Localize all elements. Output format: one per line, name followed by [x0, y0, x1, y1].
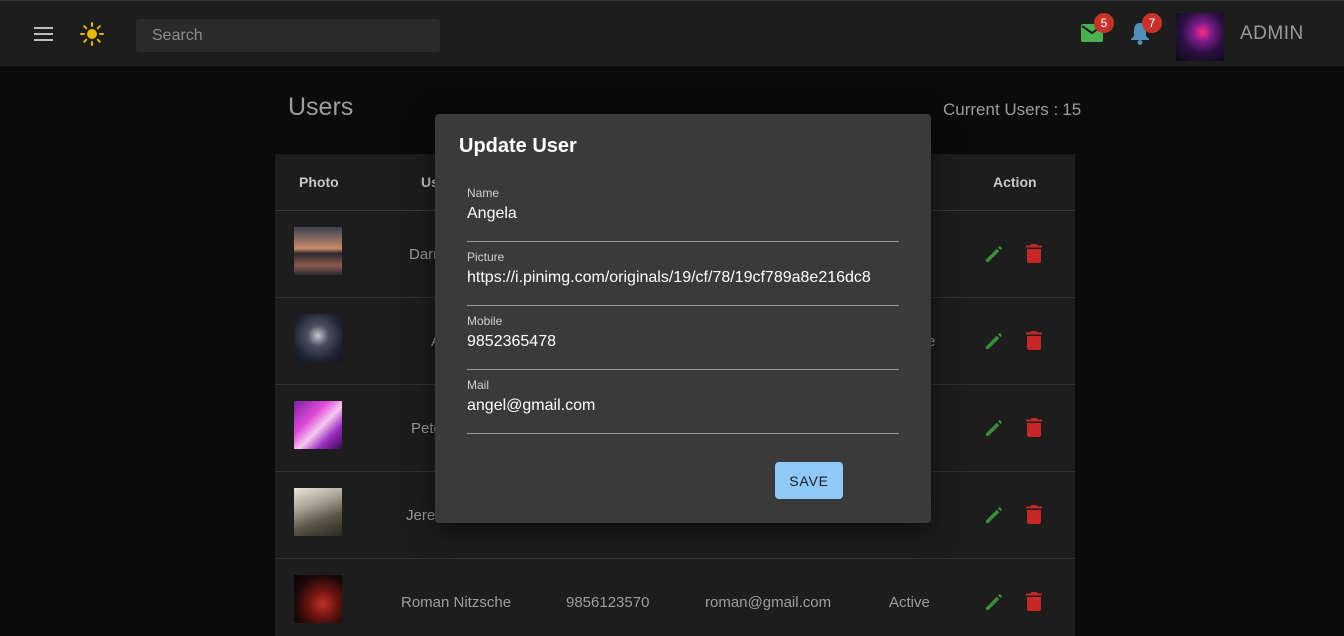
edit-icon[interactable] — [984, 505, 1004, 525]
edit-icon[interactable] — [984, 592, 1004, 612]
user-name-cell: Roman Nitzsche — [401, 594, 512, 611]
email-cell: roman@gmail.com — [705, 594, 832, 611]
edit-icon[interactable] — [984, 418, 1004, 438]
delete-icon[interactable] — [1026, 592, 1042, 611]
mail-input[interactable] — [467, 394, 899, 418]
mobile-cell: 9856123570 — [566, 594, 650, 611]
delete-icon[interactable] — [1026, 418, 1042, 437]
mail-label: Mail — [467, 378, 490, 392]
edit-icon[interactable] — [984, 331, 1004, 351]
user-name[interactable]: ADMIN — [1240, 23, 1304, 45]
user-name-cell: Jere — [406, 507, 436, 524]
mobile-field: Mobile — [467, 314, 899, 370]
save-button[interactable]: SAVE — [775, 462, 843, 499]
mail-field: Mail — [467, 378, 899, 434]
name-field: Name — [467, 186, 899, 242]
delete-icon[interactable] — [1026, 505, 1042, 524]
search-input[interactable] — [136, 19, 440, 52]
top-app-bar: 5 7 ADMIN — [0, 0, 1344, 66]
update-user-dialog: Update User Name Picture Mobile Mail SAV… — [435, 114, 931, 523]
column-header-action: Action — [993, 174, 1037, 190]
mobile-label: Mobile — [467, 314, 503, 328]
user-photo — [294, 227, 342, 275]
mobile-input[interactable] — [467, 330, 899, 354]
menu-icon[interactable] — [34, 27, 53, 41]
mail-count-badge: 5 — [1094, 13, 1114, 33]
delete-icon[interactable] — [1026, 331, 1042, 350]
edit-icon[interactable] — [984, 244, 1004, 264]
name-label: Name — [467, 186, 500, 200]
table-row: Roman Nitzsche 9856123570 roman@gmail.co… — [275, 559, 1075, 636]
user-photo — [294, 314, 342, 362]
picture-field: Picture — [467, 250, 899, 306]
delete-icon[interactable] — [1026, 244, 1042, 263]
picture-label: Picture — [467, 250, 505, 264]
picture-input[interactable] — [467, 266, 899, 290]
user-avatar[interactable] — [1176, 13, 1224, 61]
page-title: Users — [288, 93, 354, 121]
notification-count-badge: 7 — [1142, 13, 1162, 33]
name-input[interactable] — [467, 202, 899, 226]
user-photo — [294, 575, 342, 623]
column-header-photo: Photo — [299, 174, 339, 190]
status-cell: Active — [889, 594, 930, 611]
dialog-title: Update User — [459, 135, 577, 157]
current-users-value: 15 — [1062, 100, 1082, 119]
user-photo — [294, 488, 342, 536]
user-name-cell: Darr — [409, 246, 439, 263]
current-users-count: Current Users :15 — [943, 100, 1081, 120]
theme-toggle-sun-icon[interactable] — [80, 22, 104, 46]
current-users-label: Current Users : — [943, 100, 1059, 119]
user-photo — [294, 401, 342, 449]
